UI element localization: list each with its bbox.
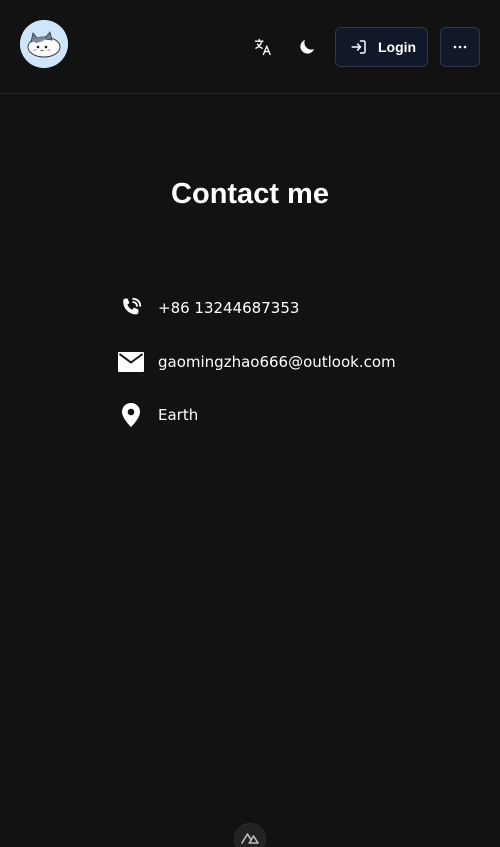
contact-location-text: Earth — [158, 406, 199, 424]
nuxt-logo-icon — [241, 833, 259, 844]
translate-icon — [254, 38, 271, 56]
contact-location: Earth — [117, 400, 198, 430]
translate-button[interactable] — [249, 33, 277, 61]
avatar[interactable] — [20, 20, 68, 68]
page: Login Contact me +86 13244687353 gaoming… — [0, 0, 500, 847]
contact-phone: +86 13244687353 — [117, 293, 299, 323]
login-label: Login — [378, 39, 417, 55]
login-button[interactable]: Login — [335, 27, 428, 67]
contact-email-text: gaomingzhao666@outlook.com — [158, 353, 396, 371]
mail-icon — [117, 348, 145, 376]
phone-icon — [117, 294, 145, 322]
moon-icon — [300, 39, 315, 54]
login-arrow-icon — [351, 40, 366, 54]
theme-toggle-button[interactable] — [293, 33, 321, 61]
more-menu-button[interactable] — [440, 27, 480, 67]
location-pin-icon — [117, 401, 145, 429]
contact-email: gaomingzhao666@outlook.com — [117, 347, 396, 377]
nuxt-devtools-button[interactable] — [234, 823, 266, 847]
page-title: Contact me — [171, 178, 329, 210]
contact-phone-text: +86 13244687353 — [158, 299, 300, 317]
cat-avatar-icon — [20, 20, 68, 68]
ellipsis-icon — [453, 45, 467, 49]
top-navbar: Login — [0, 0, 500, 94]
